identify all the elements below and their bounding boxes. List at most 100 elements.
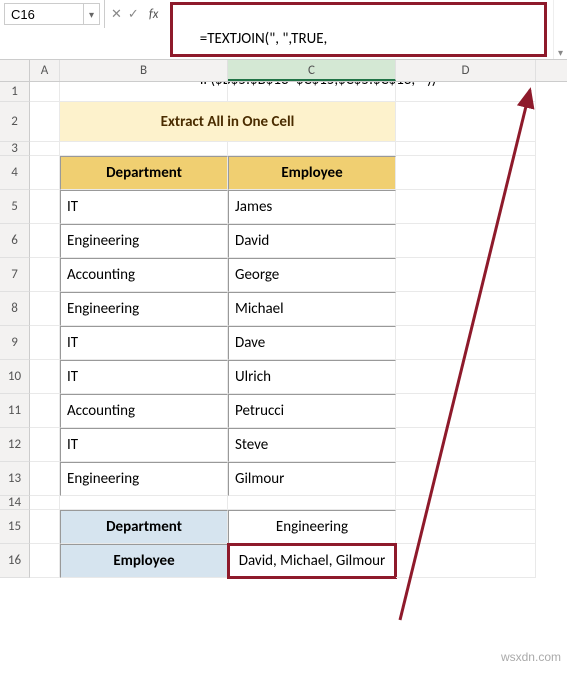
cell[interactable] bbox=[30, 156, 60, 190]
cell[interactable] bbox=[30, 326, 60, 360]
cell[interactable] bbox=[30, 462, 60, 496]
col-header-C[interactable]: C bbox=[228, 60, 396, 81]
cell[interactable] bbox=[30, 190, 60, 224]
cell-emp[interactable]: Michael bbox=[228, 292, 396, 326]
row-header[interactable]: 4 bbox=[0, 156, 30, 190]
cell-dept[interactable]: Accounting bbox=[60, 258, 228, 292]
cell[interactable] bbox=[30, 394, 60, 428]
cell-emp[interactable]: David bbox=[228, 224, 396, 258]
cell-dept[interactable]: Engineering bbox=[60, 292, 228, 326]
cell-emp[interactable]: Ulrich bbox=[228, 360, 396, 394]
row-header[interactable]: 10 bbox=[0, 360, 30, 394]
cell[interactable] bbox=[60, 142, 228, 156]
cell[interactable] bbox=[396, 360, 536, 394]
cell[interactable] bbox=[30, 258, 60, 292]
cell[interactable] bbox=[396, 496, 536, 510]
cell[interactable] bbox=[60, 496, 228, 510]
table-row: 5 IT James bbox=[0, 190, 567, 224]
lookup-emp-value[interactable]: David, Michael, Gilmour bbox=[228, 544, 396, 578]
table1-header-emp[interactable]: Employee bbox=[228, 156, 396, 190]
row-header[interactable]: 3 bbox=[0, 142, 30, 156]
row-header[interactable]: 11 bbox=[0, 394, 30, 428]
cell[interactable] bbox=[30, 102, 60, 142]
cell-dept[interactable]: Engineering bbox=[60, 462, 228, 496]
row-header[interactable]: 8 bbox=[0, 292, 30, 326]
table-row: 11 Accounting Petrucci bbox=[0, 394, 567, 428]
table-row: 1 bbox=[0, 82, 567, 102]
row-header[interactable]: 7 bbox=[0, 258, 30, 292]
cell-emp[interactable]: Dave bbox=[228, 326, 396, 360]
cell[interactable] bbox=[30, 544, 60, 578]
cell[interactable] bbox=[228, 82, 396, 102]
row-header[interactable]: 1 bbox=[0, 82, 30, 102]
enter-icon[interactable]: ✓ bbox=[128, 7, 139, 22]
lookup-dept-label[interactable]: Department bbox=[60, 510, 228, 544]
cell-emp[interactable]: Steve bbox=[228, 428, 396, 462]
table-row: 13 Engineering Gilmour bbox=[0, 462, 567, 496]
cell[interactable] bbox=[396, 258, 536, 292]
cell-dept[interactable]: Accounting bbox=[60, 394, 228, 428]
cell[interactable] bbox=[396, 224, 536, 258]
cell[interactable] bbox=[30, 428, 60, 462]
cell[interactable] bbox=[30, 224, 60, 258]
table-row: 6 Engineering David bbox=[0, 224, 567, 258]
cell[interactable] bbox=[60, 82, 228, 102]
cell[interactable] bbox=[396, 292, 536, 326]
cell[interactable] bbox=[396, 428, 536, 462]
cell-dept[interactable]: IT bbox=[60, 428, 228, 462]
cell[interactable] bbox=[396, 326, 536, 360]
row-header[interactable]: 6 bbox=[0, 224, 30, 258]
cell-emp[interactable]: Petrucci bbox=[228, 394, 396, 428]
row-header[interactable]: 9 bbox=[0, 326, 30, 360]
cell[interactable] bbox=[228, 142, 396, 156]
row-header[interactable]: 15 bbox=[0, 510, 30, 544]
table-row: 15 Department Engineering bbox=[0, 510, 567, 544]
cell[interactable] bbox=[396, 190, 536, 224]
col-header-D[interactable]: D bbox=[396, 60, 536, 81]
lookup-emp-label[interactable]: Employee bbox=[60, 544, 228, 578]
table-row: 8 Engineering Michael bbox=[0, 292, 567, 326]
col-header-B[interactable]: B bbox=[60, 60, 228, 81]
col-header-A[interactable]: A bbox=[30, 60, 60, 81]
formula-expand-icon[interactable]: ▾ bbox=[553, 0, 567, 59]
cell-dept[interactable]: IT bbox=[60, 326, 228, 360]
name-box[interactable] bbox=[4, 3, 84, 25]
table1-header-dept[interactable]: Department bbox=[60, 156, 228, 190]
cell[interactable] bbox=[396, 510, 536, 544]
table-row: 16 Employee David, Michael, Gilmour bbox=[0, 544, 567, 578]
page-title[interactable]: Extract All in One Cell bbox=[60, 102, 396, 142]
cell[interactable] bbox=[396, 462, 536, 496]
row-header[interactable]: 5 bbox=[0, 190, 30, 224]
cell[interactable] bbox=[396, 394, 536, 428]
cell[interactable] bbox=[396, 82, 536, 102]
cell[interactable] bbox=[396, 102, 536, 142]
cell-emp[interactable]: James bbox=[228, 190, 396, 224]
cell[interactable] bbox=[30, 142, 60, 156]
name-box-dropdown[interactable]: ▾ bbox=[84, 3, 100, 25]
row-header[interactable]: 16 bbox=[0, 544, 30, 578]
cell[interactable] bbox=[30, 292, 60, 326]
row-header[interactable]: 12 bbox=[0, 428, 30, 462]
cell-emp[interactable]: Gilmour bbox=[228, 462, 396, 496]
row-header[interactable]: 13 bbox=[0, 462, 30, 496]
column-headers: A B C D bbox=[0, 60, 567, 82]
cell[interactable] bbox=[30, 82, 60, 102]
cell[interactable] bbox=[30, 510, 60, 544]
cell[interactable] bbox=[30, 360, 60, 394]
row-header[interactable]: 2 bbox=[0, 102, 30, 142]
cell[interactable] bbox=[228, 496, 396, 510]
cell[interactable] bbox=[396, 544, 536, 578]
select-all-corner[interactable] bbox=[0, 60, 30, 81]
cell[interactable] bbox=[396, 142, 536, 156]
cell-dept[interactable]: IT bbox=[60, 190, 228, 224]
fx-icon[interactable]: fx bbox=[145, 7, 163, 22]
cell-dept[interactable]: Engineering bbox=[60, 224, 228, 258]
cell[interactable] bbox=[30, 496, 60, 510]
row-header[interactable]: 14 bbox=[0, 496, 30, 510]
cancel-icon[interactable]: ✕ bbox=[111, 7, 122, 22]
cell[interactable] bbox=[396, 156, 536, 190]
formula-input[interactable]: =TEXTJOIN(", ",TRUE, IF($B$5:$B$13=$C$15… bbox=[170, 2, 547, 57]
cell-dept[interactable]: IT bbox=[60, 360, 228, 394]
cell-emp[interactable]: George bbox=[228, 258, 396, 292]
lookup-dept-value[interactable]: Engineering bbox=[228, 510, 396, 544]
